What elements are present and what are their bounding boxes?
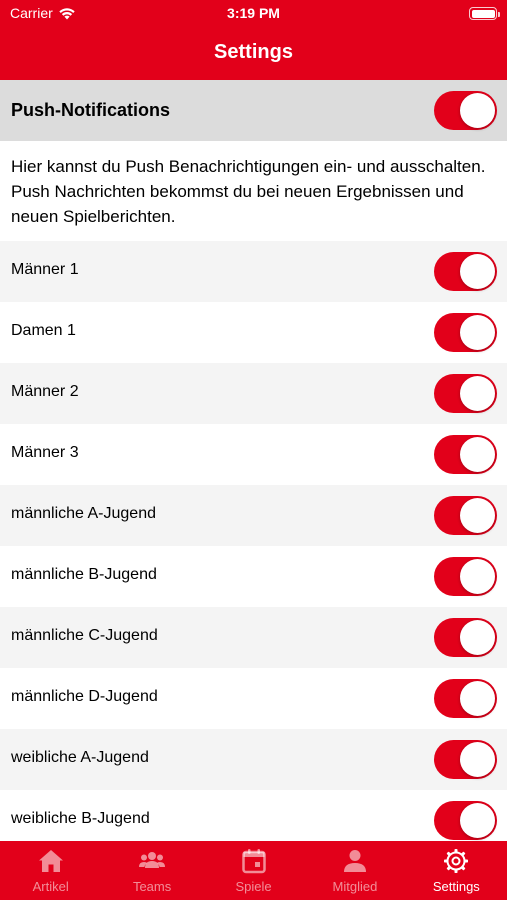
team-label: Männer 2 [11, 383, 79, 400]
list-item-team: männliche A-Jugend [0, 485, 507, 546]
list-item-team: weibliche A-Jugend [0, 729, 507, 790]
toggle-knob [460, 559, 495, 594]
calendar-icon [241, 849, 266, 874]
tab-settings[interactable]: Settings [406, 841, 507, 900]
team-toggle[interactable] [434, 374, 497, 413]
push-description: Hier kannst du Push Benachrichtigungen e… [0, 141, 507, 241]
toggle-knob [460, 254, 495, 289]
toggle-knob [460, 498, 495, 533]
team-label: männliche A-Jugend [11, 505, 156, 522]
team-toggle[interactable] [434, 313, 497, 352]
status-bar: Carrier 3:19 PM [0, 0, 507, 28]
team-toggle-list[interactable]: Männer 1 Damen 1 Männer 2 Männer 3 männl… [0, 241, 507, 841]
page-title: Settings [214, 41, 293, 63]
toggle-knob [460, 742, 495, 777]
list-item-team: Damen 1 [0, 302, 507, 363]
gear-icon [444, 849, 469, 873]
team-toggle[interactable] [434, 496, 497, 535]
battery-icon [469, 7, 500, 20]
team-toggle[interactable] [434, 435, 497, 474]
toggle-knob [460, 315, 495, 350]
team-label: Männer 1 [11, 261, 79, 278]
team-label: Männer 3 [11, 444, 79, 461]
tab-label: Mitglied [332, 879, 378, 894]
toggle-knob [460, 620, 495, 655]
list-item-team: weibliche B-Jugend [0, 790, 507, 841]
team-toggle[interactable] [434, 618, 497, 657]
tab-label: Artikel [32, 879, 69, 894]
person-icon [343, 850, 366, 872]
status-time: 3:19 PM [227, 5, 280, 21]
toggle-knob [460, 376, 495, 411]
list-item-team: Männer 3 [0, 424, 507, 485]
tab-label: Teams [132, 879, 172, 894]
tab-label: Settings [432, 879, 480, 894]
navigation-bar: Settings [0, 28, 507, 80]
tab-spiele[interactable]: Spiele [203, 841, 304, 900]
team-label: männliche B-Jugend [11, 566, 157, 583]
team-label: weibliche A-Jugend [11, 749, 149, 766]
team-toggle[interactable] [434, 740, 497, 779]
list-item-team: männliche C-Jugend [0, 607, 507, 668]
team-toggle[interactable] [434, 557, 497, 596]
home-icon [38, 850, 63, 872]
team-toggle[interactable] [434, 679, 497, 718]
list-item-team: männliche B-Jugend [0, 546, 507, 607]
push-notifications-label: Push-Notifications [11, 100, 171, 120]
toggle-knob [460, 437, 495, 472]
list-item-team: Männer 2 [0, 363, 507, 424]
team-label: männliche C-Jugend [11, 627, 158, 644]
group-icon [139, 852, 166, 868]
push-notifications-toggle[interactable] [434, 91, 497, 130]
toggle-knob [460, 681, 495, 716]
push-notifications-row: Push-Notifications [0, 80, 507, 141]
team-toggle[interactable] [434, 252, 497, 291]
toggle-knob [460, 803, 495, 838]
tab-label: Spiele [235, 879, 272, 894]
team-label: männliche D-Jugend [11, 688, 158, 705]
team-toggle[interactable] [434, 801, 497, 840]
team-label: weibliche B-Jugend [11, 810, 150, 827]
tab-teams[interactable]: Teams [101, 841, 202, 900]
team-label: Damen 1 [11, 322, 76, 339]
toggle-knob [460, 93, 495, 128]
list-item-team: Männer 1 [0, 241, 507, 302]
list-item-team: männliche D-Jugend [0, 668, 507, 729]
tab-bar: Artikel Teams Spiele Mitglied Settings [0, 841, 507, 900]
tab-mitglied[interactable]: Mitglied [304, 841, 405, 900]
tab-artikel[interactable]: Artikel [0, 841, 101, 900]
